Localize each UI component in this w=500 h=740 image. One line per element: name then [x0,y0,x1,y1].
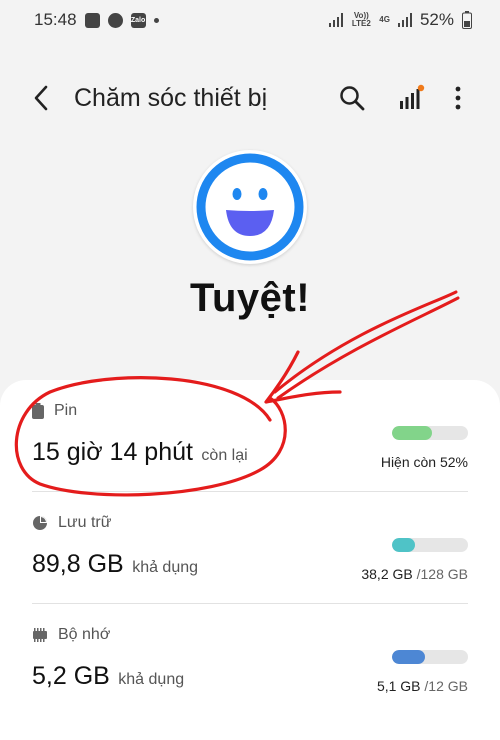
headline: Tuyệt! [189,276,311,320]
storage-caption: 38,2 GB /128 GB [361,566,468,582]
memory-label: Bộ nhớ [58,626,111,643]
battery-row[interactable]: Pin 15 giờ 14 phút còn lại Hiện còn 52% [32,380,468,492]
battery-caption: Hiện còn 52% [381,454,468,470]
status-card: Pin 15 giờ 14 phút còn lại Hiện còn 52% … [0,380,500,740]
memory-value: 5,2 GB khả dụng [32,662,184,691]
storage-available: 89,8 GB [32,550,124,578]
image-icon [84,12,100,28]
status-face [193,150,307,264]
memory-bar-fill [392,650,425,664]
storage-row[interactable]: Lưu trữ 89,8 GB khả dụng 38,2 GB /128 GB [32,492,468,604]
more-options-icon[interactable] [448,84,468,112]
diagnostics-icon[interactable] [397,84,425,112]
storage-bar-fill [392,538,415,552]
zalo-icon: Zalo [130,12,146,28]
battery-value: 15 giờ 14 phút còn lại [32,438,248,467]
storage-used: 38,2 GB [361,566,413,582]
signal-icon-2 [397,13,412,27]
battery-caption-main: Hiện còn 52% [380,454,468,470]
battery-suffix: còn lại [201,447,248,464]
memory-caption: 5,1 GB /12 GB [377,678,468,694]
memory-total: /12 GB [420,678,468,694]
smiley-icon [196,153,304,261]
app-bar: Chăm sóc thiết bị [0,70,500,126]
memory-bar [392,650,468,664]
status-left: 15:48 Zalo [34,10,159,30]
more-notifications-icon [153,17,159,23]
memory-used: 5,1 GB [376,678,421,694]
storage-value: 89,8 GB khả dụng [32,550,198,579]
signal-icon [329,13,344,27]
storage-suffix: khả dụng [132,559,199,576]
pie-chart-icon [33,516,47,530]
battery-bar-fill [392,426,432,440]
search-icon[interactable] [338,84,366,112]
page-title: Chăm sóc thiết bị [74,84,268,112]
battery-label: Pin [54,402,78,419]
memory-suffix: khả dụng [118,671,185,688]
battery-label-group: Pin [32,402,77,420]
storage-total: /128 GB [412,566,468,582]
memory-row[interactable]: Bộ nhớ 5,2 GB khả dụng 5,1 GB /12 GB [32,604,468,716]
back-icon[interactable] [30,82,54,114]
storage-bar [392,538,468,552]
status-time: 15:48 [34,10,77,29]
battery-status-icon [462,11,472,29]
battery-icon [32,403,44,419]
storage-label: Lưu trữ [58,514,112,531]
memory-available: 5,2 GB [32,662,110,690]
battery-percent: 52% [419,10,454,29]
lte-icon: Vo)) LTE2 [351,11,371,28]
memory-label-group: Bộ nhớ [32,626,110,644]
status-right: Vo)) LTE2 4G 52% [329,10,472,30]
battery-time-remaining: 15 giờ 14 phút [32,438,193,466]
messenger-icon [107,12,123,28]
battery-bar [392,426,468,440]
status-bar: 15:48 Zalo Vo)) LTE2 4G 52% [0,0,500,40]
memory-chip-icon [33,628,47,642]
network-type-icon: 4G [379,15,390,24]
storage-label-group: Lưu trữ [32,514,111,532]
